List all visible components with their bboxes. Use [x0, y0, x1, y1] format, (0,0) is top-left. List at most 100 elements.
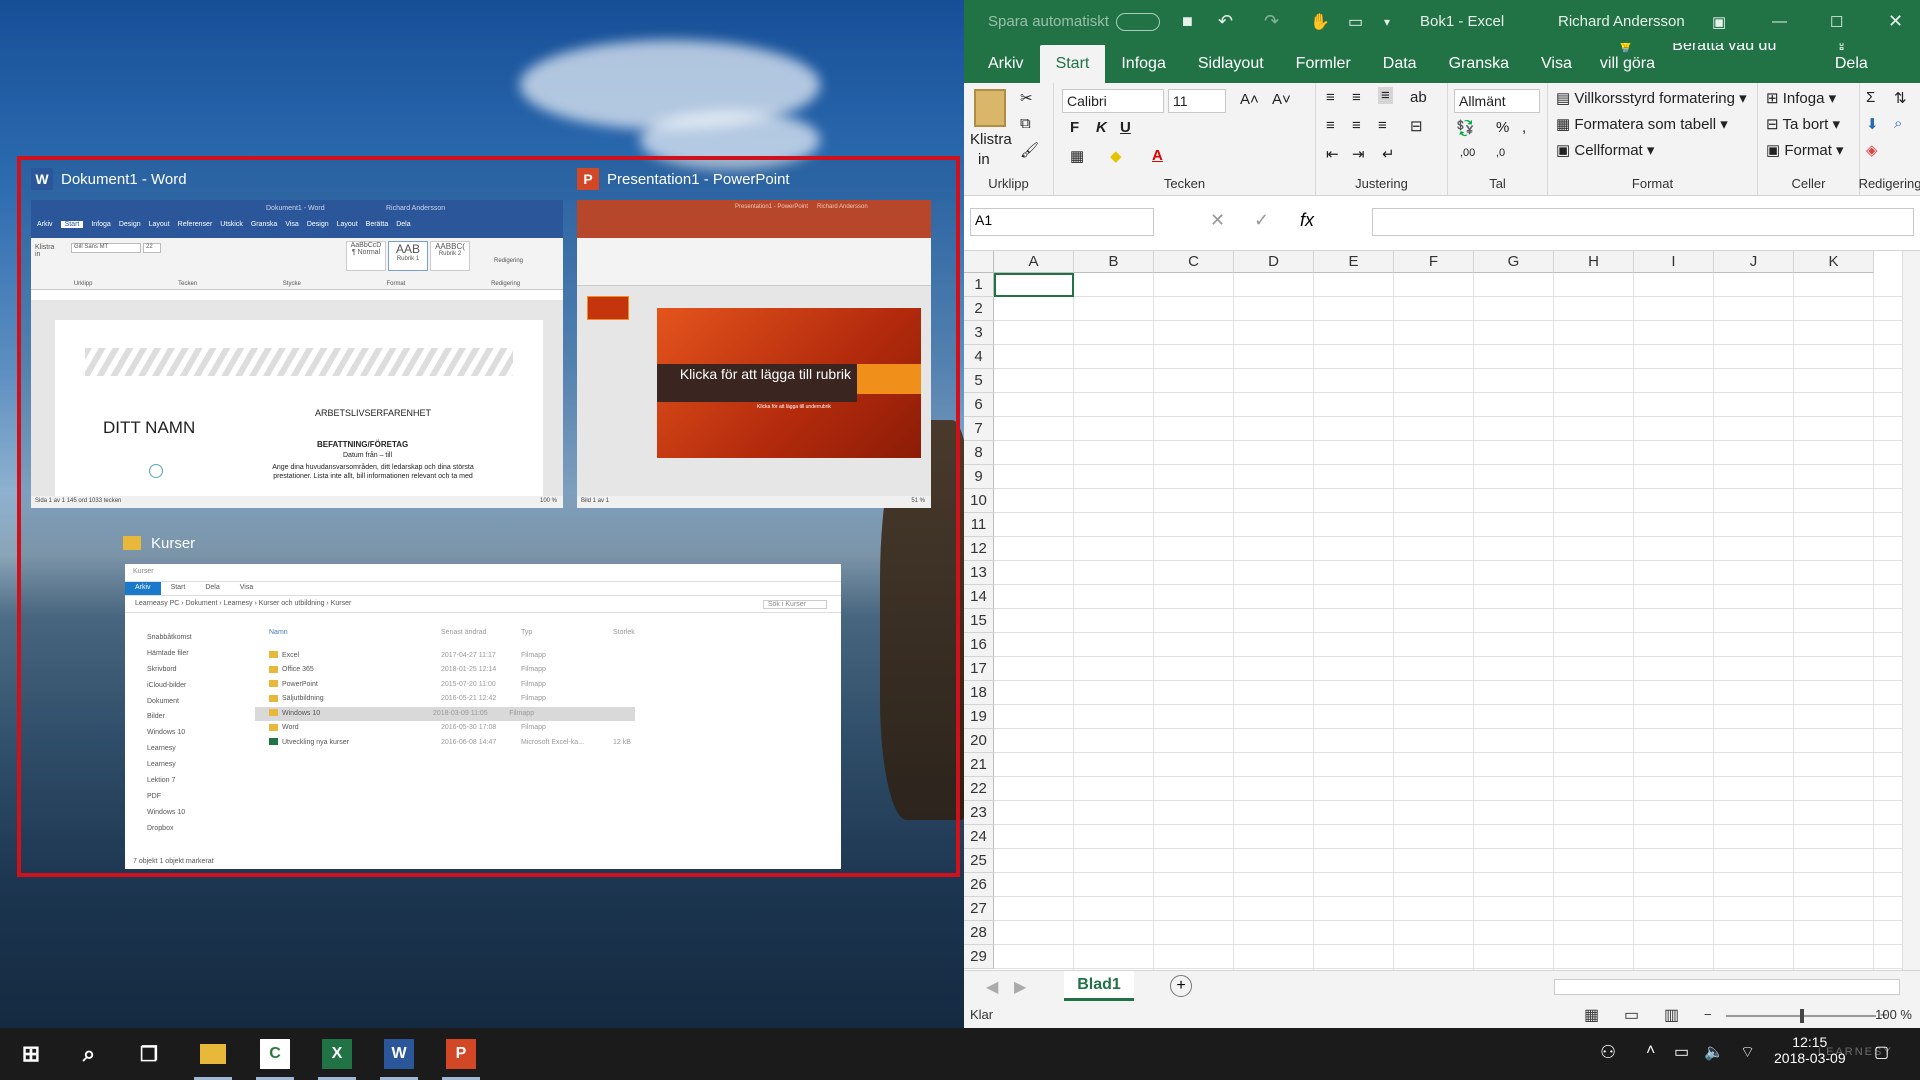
- merge-icon[interactable]: ⊟: [1410, 117, 1423, 135]
- word-style-rubrik1[interactable]: AAB Rubrik 1: [388, 241, 428, 271]
- row-header-19[interactable]: 19: [964, 705, 994, 729]
- formula-input[interactable]: [1372, 208, 1914, 236]
- sort-filter-icon[interactable]: ⇅: [1894, 89, 1907, 107]
- decrease-font-icon[interactable]: A˅: [1272, 91, 1291, 108]
- word-tab[interactable]: Start: [60, 221, 84, 228]
- row-header-20[interactable]: 20: [964, 729, 994, 753]
- word-tab[interactable]: Design: [119, 221, 141, 228]
- column-header-f[interactable]: F: [1394, 251, 1474, 273]
- align-bottom-icon[interactable]: ≡: [1378, 87, 1393, 104]
- column-header[interactable]: Namn: [269, 626, 441, 641]
- font-color-icon[interactable]: A: [1152, 147, 1163, 164]
- word-thumbnail[interactable]: Dokument1 - Word Richard Andersson Arkiv…: [31, 200, 563, 508]
- nav-item[interactable]: Skrivbord: [133, 662, 247, 678]
- row-header-7[interactable]: 7: [964, 417, 994, 441]
- show-hidden-icon[interactable]: ˄: [1646, 1042, 1655, 1060]
- word-font-combo[interactable]: Gill Sans MT: [71, 243, 141, 253]
- taskbar-word[interactable]: W: [374, 1028, 424, 1080]
- taskbar-excel[interactable]: X: [312, 1028, 362, 1080]
- row-header-27[interactable]: 27: [964, 897, 994, 921]
- file-row[interactable]: Säljutbildning 2016-05-21 12:42 Filmapp: [255, 692, 841, 707]
- tab-infoga[interactable]: Infoga: [1105, 55, 1181, 83]
- word-style-rubrik2[interactable]: AABBC(Rubrik 2: [430, 241, 470, 271]
- row-header-8[interactable]: 8: [964, 441, 994, 465]
- word-tab[interactable]: Berätta: [366, 221, 389, 228]
- word-editing-button[interactable]: Redigering: [494, 258, 523, 264]
- column-header-d[interactable]: D: [1234, 251, 1314, 273]
- column-header[interactable]: Storlek: [613, 626, 653, 641]
- insert-cells-button[interactable]: ⊞ Infoga ▾: [1766, 89, 1836, 107]
- horizontal-scrollbar[interactable]: [1554, 979, 1900, 995]
- nav-item[interactable]: Windows 10: [133, 805, 247, 821]
- powerpoint-thumbnail[interactable]: Presentation1 - PowerPoint Richard Ander…: [577, 200, 931, 508]
- network-icon[interactable]: ⌔: [1740, 1042, 1755, 1062]
- word-paste-button[interactable]: Klistra in: [35, 244, 55, 258]
- file-row[interactable]: PowerPoint 2015-07-20 11:00 Filmapp: [255, 678, 841, 693]
- save-icon[interactable]: ■: [1182, 11, 1193, 32]
- autosave-toggle[interactable]: [1116, 12, 1160, 31]
- explorer-thumbnail[interactable]: Kurser Arkiv Start Dela Visa Learneasy P…: [125, 564, 841, 869]
- row-header-28[interactable]: 28: [964, 921, 994, 945]
- normal-view-icon[interactable]: ▦: [1584, 1005, 1599, 1025]
- bold-button[interactable]: F: [1070, 119, 1079, 136]
- notifications-icon[interactable]: ▢: [1874, 1042, 1889, 1062]
- word-tab[interactable]: Dela: [396, 221, 410, 228]
- paste-icon[interactable]: [974, 89, 1006, 127]
- word-tab[interactable]: Arkiv: [37, 221, 53, 228]
- decrease-decimal-icon[interactable]: ,0: [1496, 147, 1505, 159]
- row-header-22[interactable]: 22: [964, 777, 994, 801]
- column-header-k[interactable]: K: [1794, 251, 1874, 273]
- sheet-tab-blad1[interactable]: Blad1: [1064, 971, 1134, 1001]
- customize-icon[interactable]: ▾: [1384, 15, 1390, 29]
- row-header-2[interactable]: 2: [964, 297, 994, 321]
- row-header-18[interactable]: 18: [964, 681, 994, 705]
- explorer-tab[interactable]: Dela: [195, 582, 229, 595]
- worksheet-grid[interactable]: ABCDEFGHIJK 1 2 3 4 5 6 7 8 9 10 11 12 13 14 15 16 17 18 1…: [964, 251, 1920, 976]
- cell-styles-button[interactable]: ▣ Cellformat ▾: [1556, 141, 1654, 159]
- slide-thumbnail[interactable]: [587, 296, 629, 320]
- word-tab[interactable]: Utskick: [220, 221, 243, 228]
- page-break-icon[interactable]: ▥: [1664, 1005, 1679, 1025]
- battery-icon[interactable]: ▭: [1674, 1042, 1689, 1062]
- align-middle-icon[interactable]: ≡: [1352, 89, 1361, 106]
- sheet-next-icon[interactable]: ▶: [1014, 977, 1026, 997]
- align-center-icon[interactable]: ≡: [1352, 117, 1361, 134]
- active-cell[interactable]: [994, 273, 1074, 297]
- row-header-17[interactable]: 17: [964, 657, 994, 681]
- taskbar-powerpoint[interactable]: P: [436, 1028, 486, 1080]
- italic-button[interactable]: K: [1096, 119, 1107, 136]
- row-header-9[interactable]: 9: [964, 465, 994, 489]
- tab-visa[interactable]: Visa: [1525, 55, 1588, 83]
- nav-item[interactable]: Learnesy: [133, 741, 247, 757]
- add-sheet-icon[interactable]: +: [1170, 975, 1192, 997]
- increase-font-icon[interactable]: A˄: [1240, 91, 1259, 108]
- row-header-29[interactable]: 29: [964, 945, 994, 969]
- word-tab[interactable]: Layout: [149, 221, 170, 228]
- word-tab[interactable]: Layout: [337, 221, 358, 228]
- underline-button[interactable]: U: [1120, 119, 1131, 136]
- row-header-23[interactable]: 23: [964, 801, 994, 825]
- row-header-21[interactable]: 21: [964, 753, 994, 777]
- column-header-i[interactable]: I: [1634, 251, 1714, 273]
- format-cells-button[interactable]: ▣ Format ▾: [1766, 141, 1844, 159]
- row-header-25[interactable]: 25: [964, 849, 994, 873]
- decrease-indent-icon[interactable]: ⇤: [1326, 145, 1339, 163]
- nav-item[interactable]: Dropbox: [133, 821, 247, 837]
- file-row[interactable]: Word 2016-05-30 17:08 Filmapp: [255, 721, 841, 736]
- explorer-thumbnail-title[interactable]: Kurser: [121, 532, 195, 554]
- nav-item[interactable]: Lektion 7: [133, 773, 247, 789]
- copy-icon[interactable]: ⧉: [1020, 115, 1031, 132]
- file-row[interactable]: Utveckling nya kurser 2016-06-08 14:47 Mic…: [255, 736, 841, 751]
- explorer-search[interactable]: Sök i Kurser: [762, 600, 827, 609]
- comma-icon[interactable]: ,: [1522, 119, 1526, 136]
- percent-icon[interactable]: %: [1496, 119, 1509, 136]
- slide-title-band[interactable]: Klicka för att lägga till rubrik: [657, 364, 857, 402]
- touch-mode-icon[interactable]: ✋: [1310, 12, 1330, 32]
- close-icon[interactable]: ✕: [1888, 11, 1903, 32]
- page-layout-icon[interactable]: ▭: [1624, 1005, 1639, 1025]
- fill-icon[interactable]: ⬇: [1866, 115, 1879, 133]
- file-row[interactable]: Office 365 2018-01-25 12:14 Filmapp: [255, 663, 841, 678]
- tab-data[interactable]: Data: [1367, 55, 1433, 83]
- maximize-icon[interactable]: ☐: [1830, 13, 1843, 31]
- excel-user[interactable]: Richard Andersson: [1558, 13, 1685, 30]
